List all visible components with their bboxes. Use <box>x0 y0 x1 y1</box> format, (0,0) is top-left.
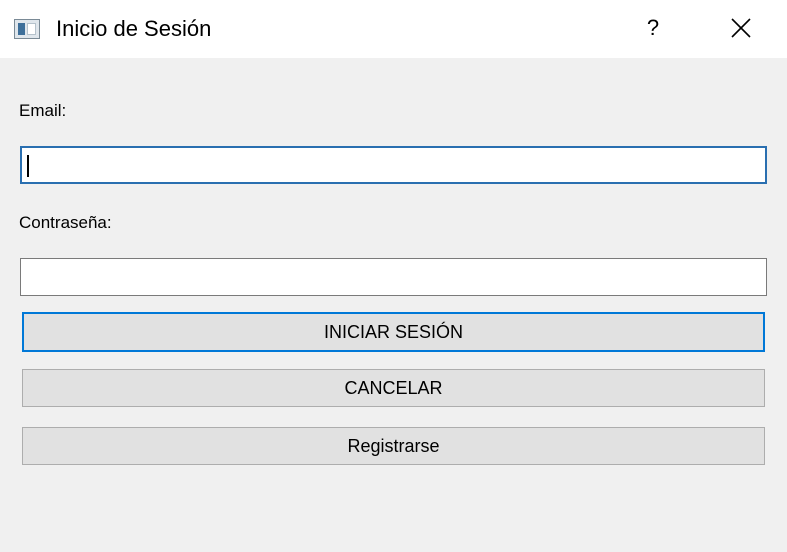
login-button[interactable]: INICIAR SESIÓN <box>22 312 765 352</box>
password-label: Contraseña: <box>19 213 112 232</box>
password-field[interactable] <box>20 258 767 296</box>
text-caret <box>27 155 29 177</box>
email-field[interactable] <box>20 146 767 184</box>
close-icon <box>731 18 751 38</box>
cancel-button[interactable]: CANCELAR <box>22 369 765 407</box>
register-button[interactable]: Registrarse <box>22 427 765 465</box>
login-dialog: Inicio de Sesión ? Email: Contraseña: IN… <box>0 0 787 552</box>
title-bar: Inicio de Sesión ? <box>0 0 787 58</box>
window-title: Inicio de Sesión <box>56 16 212 41</box>
app-window-icon <box>14 19 40 39</box>
help-button[interactable]: ? <box>630 8 676 48</box>
close-button[interactable] <box>718 8 764 48</box>
email-label: Email: <box>19 101 67 120</box>
